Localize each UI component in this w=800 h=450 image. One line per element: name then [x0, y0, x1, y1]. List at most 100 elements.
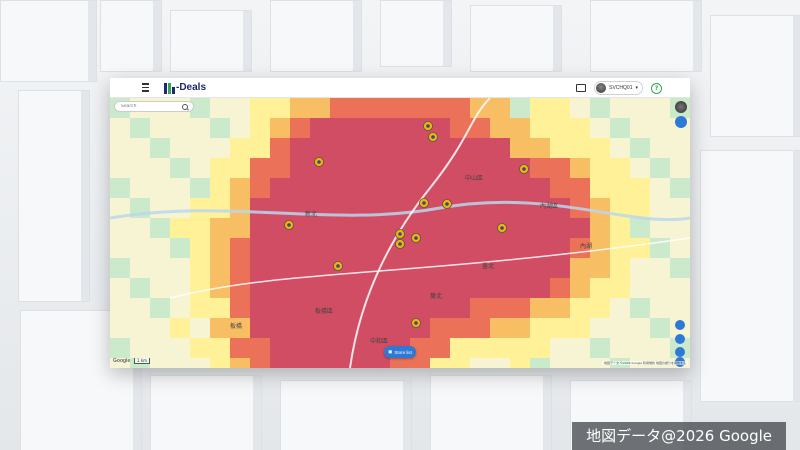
heat-cell [590, 178, 610, 198]
store-pin-icon[interactable] [423, 121, 433, 131]
heat-cell [330, 118, 350, 138]
heat-cell [230, 198, 250, 218]
heat-cell [150, 298, 170, 318]
heat-cell [270, 298, 290, 318]
heat-cell [150, 218, 170, 238]
help-icon[interactable]: ? [651, 82, 662, 94]
heat-cell [530, 138, 550, 158]
heat-cell [550, 318, 570, 338]
search-icon[interactable] [182, 104, 188, 110]
heat-cell [290, 118, 310, 138]
chevron-down-icon: ▾ [635, 85, 638, 91]
heat-cell [290, 178, 310, 198]
heatmap-map[interactable]: 中山區內湖區臺北板橋區 新北中和區 內湖板橋 雙北 ▣ Store list Goog… [110, 98, 690, 368]
heat-cell [270, 358, 290, 368]
store-pin-icon[interactable] [314, 157, 324, 167]
heat-cell [250, 318, 270, 338]
logo-mark-icon [164, 82, 175, 94]
store-pin-icon[interactable] [411, 233, 421, 243]
pegman-icon[interactable] [675, 320, 685, 330]
map-place-label: 板橋 [230, 322, 242, 330]
store-pin-icon[interactable] [442, 199, 452, 209]
store-pin-icon[interactable] [411, 318, 421, 328]
heat-cell [350, 178, 370, 198]
store-pin-icon[interactable] [419, 198, 429, 208]
heat-cell [530, 118, 550, 138]
heat-cell [190, 258, 210, 278]
heat-cell [370, 118, 390, 138]
heat-cell [490, 138, 510, 158]
heat-cell [290, 138, 310, 158]
heat-cell [310, 318, 330, 338]
store-pin-icon[interactable] [284, 220, 294, 230]
street-view-icon[interactable] [675, 101, 687, 113]
heat-cell [410, 358, 430, 368]
heat-cell [170, 218, 190, 238]
map-place-label: 中山區 [465, 174, 483, 182]
heat-cell [350, 158, 370, 178]
heat-cell [230, 218, 250, 238]
map-place-label: 板橋區 [315, 307, 333, 315]
store-pin-icon[interactable] [395, 239, 405, 249]
search-box[interactable] [114, 101, 194, 112]
heat-cell [550, 258, 570, 278]
heat-cell [430, 318, 450, 338]
heat-cell [310, 358, 330, 368]
avatar [596, 83, 607, 93]
heat-cell [570, 318, 590, 338]
heat-cell [270, 338, 290, 358]
store-pin-icon[interactable] [497, 223, 507, 233]
heat-cell [590, 278, 610, 298]
store-pin-icon[interactable] [395, 229, 405, 239]
heat-cell [290, 98, 310, 118]
heat-cell [570, 118, 590, 138]
heat-cell [490, 238, 510, 258]
map-attribution[interactable]: 地図データ ©2026 Google 利用規約 地図の誤りを報告する [601, 361, 688, 365]
monitor-icon[interactable] [576, 84, 587, 92]
heat-cell [570, 138, 590, 158]
heat-cell [550, 298, 570, 318]
heat-cell [310, 338, 330, 358]
heat-cell [450, 198, 470, 218]
heat-cell [310, 218, 330, 238]
heat-cell [630, 218, 650, 238]
store-pin-icon[interactable] [333, 261, 343, 271]
heat-cell [170, 238, 190, 258]
heat-cell [330, 358, 350, 368]
heat-cell [210, 178, 230, 198]
store-list-button[interactable]: ▣ Store list [384, 346, 416, 358]
heat-cell [570, 298, 590, 318]
heat-cell [450, 358, 470, 368]
heat-cell [250, 198, 270, 218]
heat-cell [190, 278, 210, 298]
heat-cell [550, 218, 570, 238]
heat-cell [430, 178, 450, 198]
layers-icon[interactable] [675, 116, 687, 128]
heat-cell [490, 338, 510, 358]
search-input[interactable] [121, 104, 181, 109]
heat-cell [150, 138, 170, 158]
map-place-label: 新北 [305, 210, 317, 218]
heat-cell [310, 238, 330, 258]
heat-cell [230, 238, 250, 258]
heat-cell [250, 98, 270, 118]
store-pin-icon[interactable] [428, 132, 438, 142]
heat-cell [270, 98, 290, 118]
heat-cell [310, 278, 330, 298]
logo-text: -Deals [176, 82, 207, 93]
user-menu[interactable]: SVCHQ01 ▾ [594, 81, 643, 95]
zoom-in-icon[interactable] [675, 347, 685, 357]
locate-me-icon[interactable] [675, 334, 685, 344]
app-logo[interactable]: -Deals [164, 82, 206, 94]
heat-cell [390, 98, 410, 118]
heat-cell [230, 158, 250, 178]
heat-cell [230, 258, 250, 278]
heat-cell [390, 278, 410, 298]
store-pin-icon[interactable] [519, 164, 529, 174]
heat-cell [530, 98, 550, 118]
heat-cell [450, 338, 470, 358]
heat-cell [470, 238, 490, 258]
heat-cell [510, 278, 530, 298]
heat-cell [350, 238, 370, 258]
hamburger-menu-icon[interactable] [142, 82, 154, 94]
